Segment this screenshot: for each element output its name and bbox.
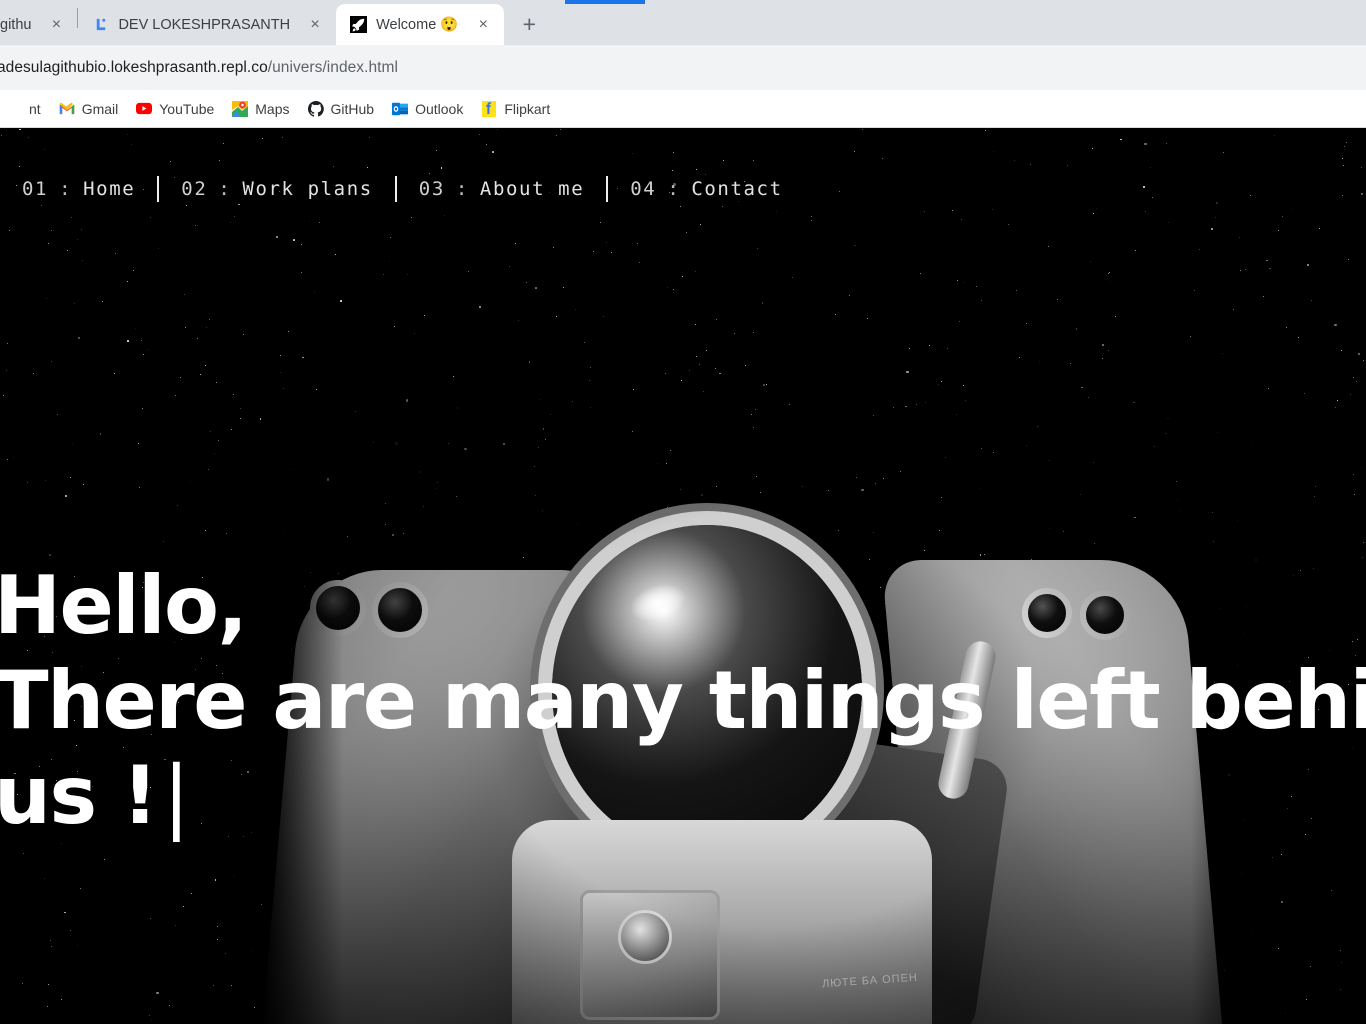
address-bar[interactable]: adesulagithubio.lokeshprasanth.repl.co/u… [0,45,1366,90]
bookmark-item-flipkart[interactable]: Flipkart [473,96,558,122]
nav-item-about-me[interactable]: 03 : About me [397,178,606,200]
github-icon [307,100,324,117]
bookmark-item-github[interactable]: GitHub [300,96,383,122]
nav-label: About me [479,178,585,200]
youtube-icon [136,101,153,117]
bookmarks-bar: nt Gmail YouTube Maps GitHub Outlook Fli… [0,90,1366,128]
new-tab-button[interactable]: + [514,9,544,39]
nav-number: 02 [181,178,208,200]
nav-item-work-plans[interactable]: 02 : Work plans [159,178,395,200]
nav-label: Home [83,178,136,200]
bookmark-label: Outlook [415,100,464,117]
tab-title: DEV LOKESHPRASANTH [118,16,291,33]
nav-number: 01 [22,178,49,200]
tab-strip-empty-area[interactable] [544,4,1366,45]
nav-separator: : [218,178,232,200]
tab-drag-indicator [565,0,645,4]
url-text: adesulagithubio.lokeshprasanth.repl.co/u… [0,59,398,77]
browser-tab-welcome[interactable]: Welcome 😲 × [336,4,505,45]
close-icon[interactable]: × [472,14,494,36]
generic-bookmark-icon [6,101,22,117]
hero-line-1: Hello, [0,559,248,652]
bookmark-item-youtube[interactable]: YouTube [128,96,222,122]
hero-line-3: us ! [0,749,158,842]
nav-item-home[interactable]: 01 : Home [0,178,157,200]
browser-chrome: githu × DEV LOKESHPRASANTH × Welcome 😲 ×… [0,0,1366,128]
web-page-content: ЛЮТЕ БА ОПЕН 01 : Home 02 : Work plans 0… [0,128,1366,1024]
tab-title: Welcome 😲 [376,17,459,33]
tab-strip: githu × DEV LOKESHPRASANTH × Welcome 😲 ×… [0,0,1366,45]
page-title: Hello, There are many things left behind… [0,558,1366,843]
nav-item-contact[interactable]: 04 : Contact [608,178,804,200]
bookmark-label: Gmail [81,100,119,117]
bookmark-label: nt [29,100,41,117]
outlook-icon [392,101,409,117]
close-icon[interactable]: × [45,14,67,36]
typing-caret: | [162,749,190,842]
nav-number: 04 [630,178,657,200]
bookmark-item-outlook[interactable]: Outlook [384,96,471,122]
hero-heading-block: Hello, There are many things left behind… [0,558,1366,843]
gmail-icon [59,101,75,117]
close-icon[interactable]: × [304,14,326,36]
flipkart-icon [481,100,497,117]
letter-l-icon [92,16,109,33]
bookmark-label: Maps [255,100,290,117]
nav-number: 03 [418,178,445,200]
bookmark-item-gmail[interactable]: Gmail [51,96,127,122]
browser-tab-github[interactable]: githu × [0,4,78,45]
bookmark-item-nt[interactable]: nt [0,96,49,122]
hero-line-2: There are many things left behind [0,654,1366,747]
bookmark-label: Flipkart [504,100,551,117]
bookmark-item-maps[interactable]: Maps [224,96,297,122]
nav-separator: : [59,178,73,200]
url-domain: adesulagithubio.lokeshprasanth.repl.co [0,58,268,76]
browser-tab-dev-lokeshprasanth[interactable]: DEV LOKESHPRASANTH × [78,4,337,45]
nav-label: Work plans [242,178,373,200]
maps-icon [232,100,249,117]
tab-title: githu [0,16,32,33]
nav-label: Contact [691,178,783,200]
nav-separator: : [667,178,681,200]
bookmark-label: YouTube [159,100,215,117]
bookmark-label: GitHub [330,100,375,117]
site-navigation: 01 : Home 02 : Work plans 03 : About me … [0,176,805,202]
nav-separator: : [455,178,469,200]
url-path: /univers/index.html [267,58,398,76]
rocket-icon [350,16,368,33]
